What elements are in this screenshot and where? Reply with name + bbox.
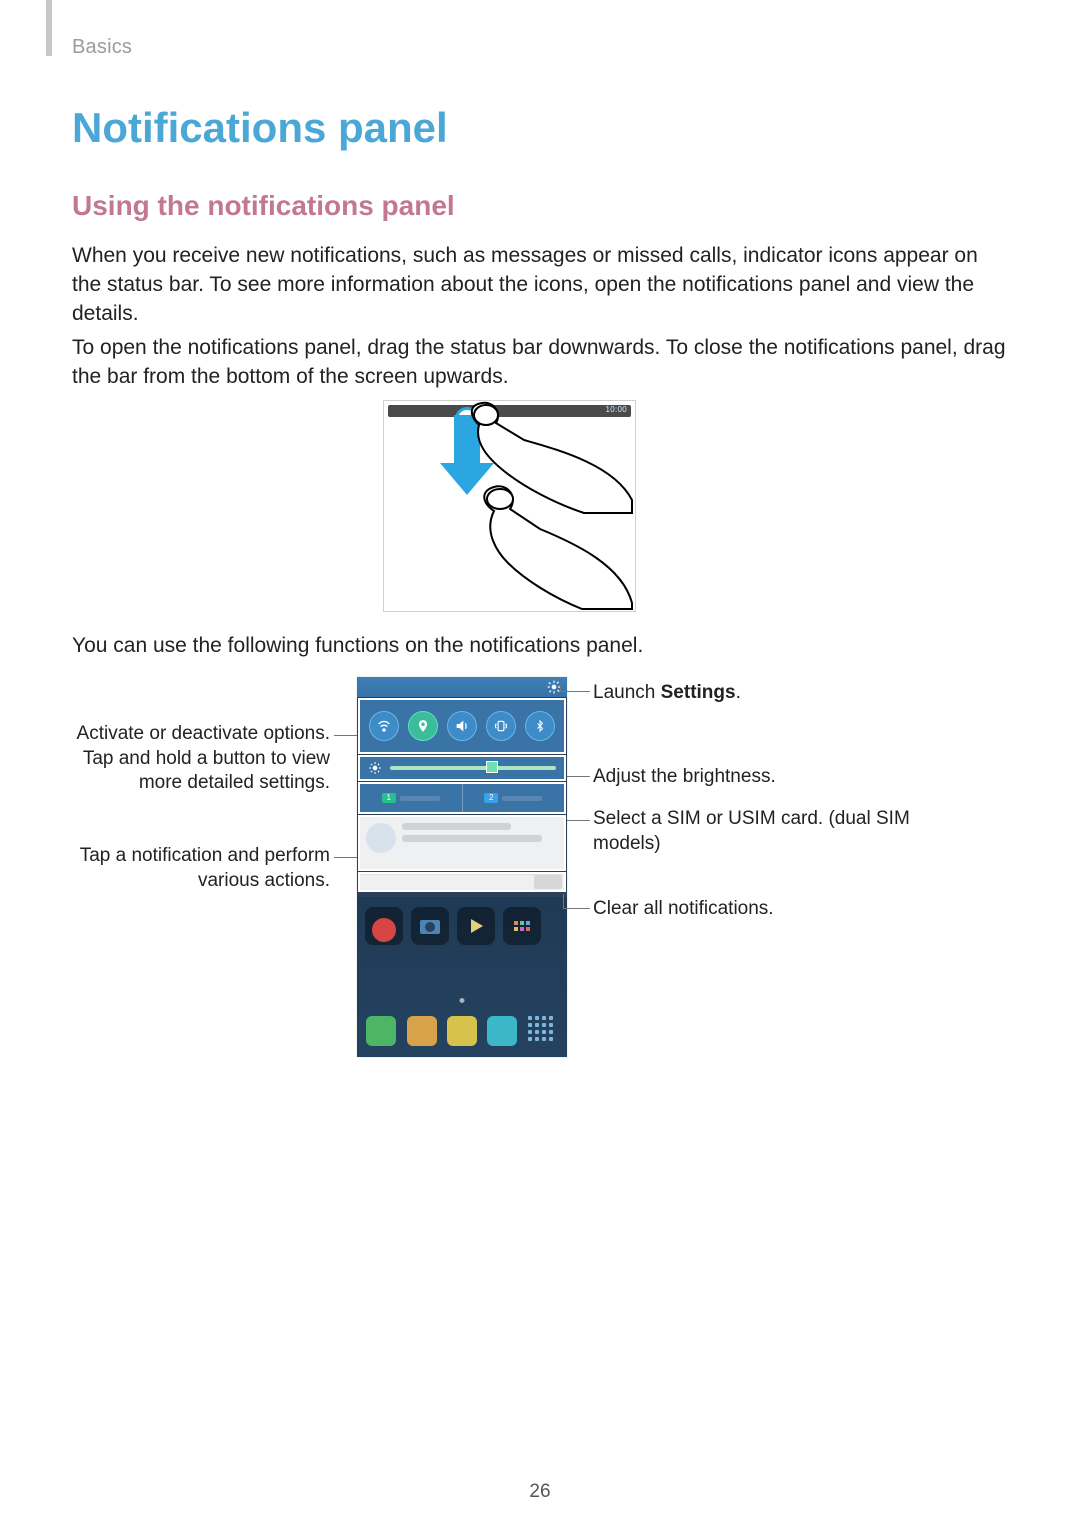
callout-line (563, 908, 590, 909)
bluetooth-toggle-icon (525, 711, 555, 741)
play-widget-icon (457, 907, 495, 945)
figure-swipe-gesture: 10:00 (383, 400, 636, 612)
callout-settings-bold: Settings (661, 682, 736, 703)
phone-app-icon (366, 1016, 396, 1046)
location-toggle-icon (408, 711, 438, 741)
page-number: 26 (529, 1481, 550, 1503)
notification-body-placeholder (402, 835, 542, 842)
callout-line (567, 776, 590, 777)
figure-notifications-panel: 1 2 (357, 677, 567, 1057)
paragraph-intro: When you receive new notifications, such… (72, 242, 1012, 329)
callout-tick (563, 894, 564, 908)
callout-clear: Clear all notifications. (593, 897, 953, 922)
rotation-toggle-icon (486, 711, 516, 741)
wifi-toggle-icon (369, 711, 399, 741)
brightness-icon (368, 761, 382, 775)
callout-line (334, 857, 357, 858)
record-icon (372, 918, 396, 942)
page-indicator-dot-icon (460, 998, 465, 1003)
callout-brightness: Adjust the brightness. (593, 765, 953, 790)
brightness-slider-track (390, 766, 556, 770)
breadcrumb: Basics (72, 36, 132, 59)
clear-row-highlight (358, 872, 566, 892)
clear-row (360, 874, 564, 890)
sim-1-label-placeholder (400, 796, 440, 801)
sound-toggle-icon (447, 711, 477, 741)
callout-notification: Tap a notification and perform various a… (72, 844, 330, 893)
home-widgets-row (357, 907, 567, 953)
sim-2-label-placeholder (502, 796, 542, 801)
callout-line (334, 735, 357, 736)
paragraph-functions: You can use the following functions on t… (72, 632, 1012, 661)
brightness-row (358, 755, 566, 781)
sim-2-badge: 2 (484, 793, 498, 803)
sim-selector-row: 1 2 (358, 782, 566, 814)
header-rule (46, 0, 52, 56)
callout-settings-pre: Launch (593, 682, 661, 703)
camera-widget-icon (411, 907, 449, 945)
callout-settings-post: . (736, 682, 741, 703)
gear-icon (547, 680, 561, 694)
quick-toggles-row (360, 700, 564, 752)
sim-1-badge: 1 (382, 793, 396, 803)
callout-toggles: Activate or deactivate options. Tap and … (72, 722, 330, 796)
phone-home-background (357, 897, 567, 1057)
section-heading: Using the notifications panel (72, 190, 455, 222)
notification-title-placeholder (402, 823, 511, 830)
callout-tick (560, 686, 561, 691)
home-dock (357, 1011, 567, 1051)
home-widget (365, 907, 403, 945)
notification-app-icon (366, 823, 396, 853)
callout-line (560, 691, 590, 692)
callout-sim: Select a SIM or USIM card. (dual SIM mod… (593, 807, 953, 856)
messages-app-icon (447, 1016, 477, 1046)
panel-header-bar (357, 677, 567, 697)
sim-2-tab: 2 (462, 784, 565, 812)
contacts-app-icon (407, 1016, 437, 1046)
brightness-slider-handle (486, 761, 498, 773)
clear-all-button (534, 875, 562, 889)
quick-toggles-highlight (358, 698, 566, 754)
grid-widget-icon (503, 907, 541, 945)
callout-line (567, 820, 590, 821)
sim-1-tab: 1 (360, 784, 462, 812)
apps-drawer-icon (528, 1016, 558, 1046)
hand-bottom-icon (474, 481, 634, 611)
internet-app-icon (487, 1016, 517, 1046)
notification-item (358, 815, 566, 871)
callout-settings: Launch Settings. (593, 681, 953, 706)
page-title: Notifications panel (72, 104, 448, 152)
paragraph-open-close: To open the notifications panel, drag th… (72, 334, 1012, 392)
